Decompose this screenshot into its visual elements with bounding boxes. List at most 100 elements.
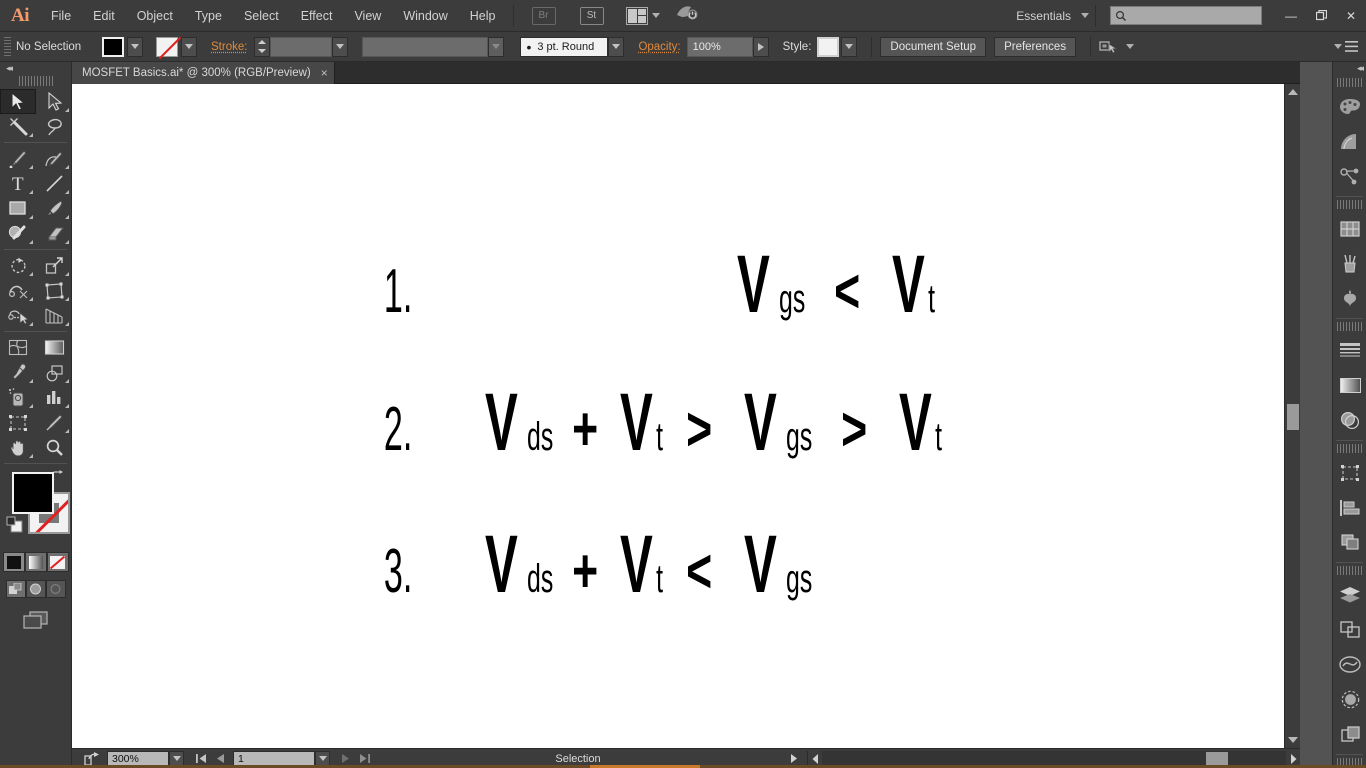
graphic-style-swatch[interactable] [817, 36, 840, 57]
expand-panels-icon[interactable]: ◂◂ [1357, 63, 1364, 74]
eraser-tool[interactable] [36, 221, 72, 246]
opacity-label[interactable]: Opacity: [638, 41, 680, 53]
close-button[interactable]: ✕ [1336, 5, 1366, 27]
status-text[interactable]: Selection [418, 753, 738, 765]
slice-tool[interactable] [36, 410, 72, 435]
search-input[interactable] [1110, 6, 1262, 25]
menu-select[interactable]: Select [233, 0, 290, 32]
document-setup-button[interactable]: Document Setup [880, 36, 987, 57]
shaper-tool[interactable] [0, 221, 36, 246]
scale-tool[interactable] [36, 253, 72, 278]
graphic-styles-panel-icon[interactable] [1333, 717, 1366, 752]
minimize-button[interactable]: — [1276, 5, 1306, 27]
color-mode-button[interactable] [2, 552, 25, 572]
artboards-panel-icon[interactable] [1333, 455, 1366, 490]
rectangle-tool[interactable] [0, 196, 36, 221]
change-screen-mode-button[interactable] [0, 610, 71, 630]
preferences-button[interactable]: Preferences [994, 36, 1077, 57]
eyedropper-tool[interactable] [0, 360, 36, 385]
color-guide-panel-icon[interactable] [1333, 124, 1366, 159]
opacity-flyout-button[interactable] [752, 36, 769, 57]
control-bar-grip[interactable] [4, 36, 11, 57]
menu-help[interactable]: Help [459, 0, 507, 32]
draw-inside-button[interactable] [45, 580, 66, 598]
select-similar-chevron-down-icon[interactable] [1126, 44, 1135, 49]
symbol-sprayer-tool[interactable] [0, 385, 36, 410]
artboards-layers-panel-icon[interactable] [1333, 612, 1366, 647]
align-panel-icon[interactable] [1333, 490, 1366, 525]
collapse-tools-icon[interactable]: ◂◂ [6, 63, 13, 74]
arrange-documents-icon[interactable] [625, 6, 648, 25]
horizontal-scroll-thumb[interactable] [1206, 751, 1228, 766]
gradient-mode-button[interactable] [24, 552, 47, 572]
brush-definition-dropdown[interactable] [608, 36, 625, 57]
line-segment-tool[interactable] [36, 171, 72, 196]
menu-edit[interactable]: Edit [82, 0, 126, 32]
stroke-swatch-dropdown[interactable] [181, 36, 197, 57]
dock-grip-1[interactable] [1336, 78, 1363, 87]
artboard-tool[interactable] [0, 410, 36, 435]
default-fill-stroke-icon[interactable] [6, 516, 23, 538]
workspace-chevron-down-icon[interactable] [1081, 13, 1089, 18]
stroke-color-swatch[interactable] [156, 36, 178, 57]
select-similar-objects-button[interactable] [1099, 39, 1135, 55]
arrange-chevron-down-icon[interactable] [651, 13, 660, 18]
hand-tool[interactable] [0, 435, 36, 460]
dock-grip-2[interactable] [1336, 200, 1363, 209]
maximize-restore-button[interactable] [1306, 5, 1336, 27]
document-tab[interactable]: MOSFET Basics.ai* @ 300% (RGB/Preview) × [72, 62, 335, 84]
symbols-panel-icon[interactable] [1333, 159, 1366, 194]
workspace-switcher[interactable]: Essentials [1010, 9, 1077, 23]
shape-builder-tool[interactable] [0, 303, 36, 328]
none-mode-button[interactable] [46, 552, 69, 572]
brushes-panel-icon[interactable] [1333, 246, 1366, 281]
paintbrush-tool[interactable] [36, 196, 72, 221]
graphic-style-dropdown[interactable] [841, 36, 858, 57]
magic-wand-tool[interactable] [0, 114, 36, 139]
column-graph-tool[interactable] [36, 385, 72, 410]
dock-grip-3[interactable] [1336, 322, 1363, 331]
stroke-weight-dropdown[interactable] [332, 36, 349, 57]
mesh-tool[interactable] [0, 335, 36, 360]
libraries-panel-icon[interactable] [1333, 647, 1366, 682]
fill-color-indicator[interactable] [12, 472, 54, 514]
stroke-weight-label[interactable]: Stroke: [211, 41, 247, 53]
bridge-button[interactable]: Br [531, 6, 556, 25]
stroke-weight-input[interactable] [270, 36, 333, 57]
stroke-profile-dropdown[interactable] [488, 36, 505, 57]
vertical-scroll-thumb[interactable] [1287, 404, 1299, 430]
layers-panel-icon[interactable] [1333, 577, 1366, 612]
blend-tool[interactable] [36, 360, 72, 385]
scroll-down-icon[interactable] [1285, 732, 1300, 748]
artboard-canvas[interactable]: 1. V gs < V t 2. V ds + V t > V gs > V t… [72, 84, 1300, 748]
transparency-panel-icon[interactable] [1333, 403, 1366, 438]
appearance-panel-icon[interactable] [1333, 682, 1366, 717]
brush-definition-input[interactable]: • 3 pt. Round [520, 36, 609, 57]
selection-tool[interactable] [0, 89, 36, 114]
control-bar-panel-menu[interactable] [1330, 41, 1358, 52]
equation-row-3[interactable]: 3. V ds + V t < V gs [378, 524, 820, 606]
creative-cloud-icon[interactable] [676, 4, 698, 27]
fill-swatch-dropdown[interactable] [127, 36, 143, 57]
pen-tool[interactable] [0, 146, 36, 171]
symbols-library-panel-icon[interactable] [1333, 281, 1366, 316]
canvas-vertical-scrollbar[interactable] [1284, 84, 1300, 748]
free-transform-tool[interactable] [36, 278, 72, 303]
menu-effect[interactable]: Effect [290, 0, 344, 32]
gradient-tool[interactable] [36, 335, 72, 360]
stroke-weight-stepper[interactable] [254, 36, 271, 57]
stroke-profile-input[interactable] [362, 36, 489, 57]
panel-menu-chevron-down-icon[interactable] [1334, 44, 1342, 49]
stock-button[interactable]: St [579, 6, 604, 25]
equation-row-1[interactable]: 1. V gs < V t [378, 244, 937, 326]
tools-panel-grip[interactable] [18, 76, 53, 86]
color-panel-icon[interactable] [1333, 89, 1366, 124]
equation-row-2[interactable]: 2. V ds + V t > V gs > V t [378, 382, 944, 464]
menu-window[interactable]: Window [392, 0, 458, 32]
stroke-panel-icon[interactable] [1333, 333, 1366, 368]
close-document-icon[interactable]: × [321, 66, 328, 80]
pathfinder-panel-icon[interactable] [1333, 525, 1366, 560]
scroll-up-icon[interactable] [1285, 84, 1300, 100]
menu-view[interactable]: View [343, 0, 392, 32]
gradient-panel-icon[interactable] [1333, 368, 1366, 403]
